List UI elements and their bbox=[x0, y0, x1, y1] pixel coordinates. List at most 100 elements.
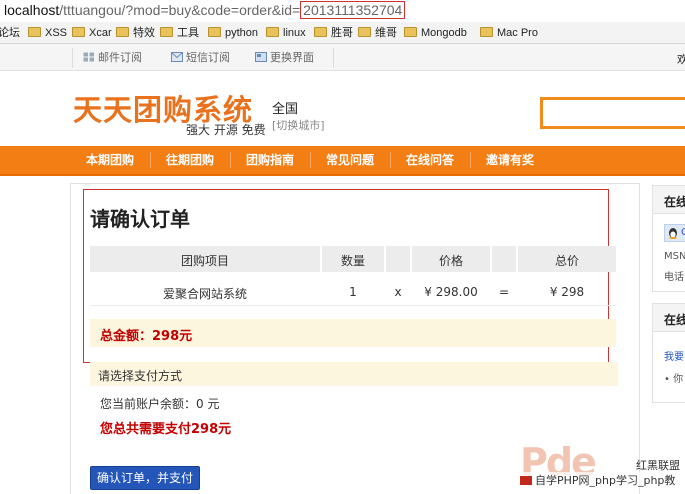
folder-icon bbox=[404, 27, 417, 37]
bookmark-item[interactable]: 论坛 bbox=[0, 25, 20, 41]
site-header: 天天团购系统 强大 开源 免费 全国 [切换城市] bbox=[0, 71, 685, 146]
grand-total-bar: 总金额：298元 bbox=[90, 319, 616, 347]
address-bar[interactable]: localhost/tttuangou/?mod=buy&code=order&… bbox=[0, 0, 685, 22]
utility-bar: 邮件订阅 短信订阅 更换界面 欢 bbox=[0, 44, 685, 71]
url-text[interactable]: localhost/tttuangou/?mod=buy&code=order&… bbox=[4, 1, 406, 19]
amount-due: 您总共需要支付298元 bbox=[100, 422, 232, 437]
bookmark-item[interactable]: 维哥 bbox=[358, 25, 397, 41]
subscribe-links: 邮件订阅 短信订阅 更换界面 bbox=[72, 48, 334, 68]
bookmark-label: 工具 bbox=[177, 27, 199, 39]
folder-icon bbox=[208, 27, 221, 37]
envelope-icon bbox=[171, 52, 183, 62]
bookmark-label: XSS bbox=[45, 27, 68, 39]
change-theme-label: 更换界面 bbox=[270, 51, 314, 64]
col-header-total: 总价 bbox=[554, 254, 579, 268]
confirm-order-button[interactable]: 确认订单，并支付 bbox=[90, 466, 200, 490]
col-header-quantity: 数量 bbox=[340, 254, 365, 268]
cell-total: ¥ 298 bbox=[549, 285, 585, 299]
email-subscribe-link[interactable]: 邮件订阅 bbox=[83, 51, 142, 65]
bookmark-label: 特效 bbox=[133, 27, 155, 39]
folder-icon bbox=[28, 27, 41, 37]
online-support-box: 在线 C MSN 电话 bbox=[652, 185, 685, 292]
nav-divider bbox=[150, 152, 151, 168]
bookmarks-bar: 论坛 XSS Xcar 特效 工具 python linux 胜哥 维哥 Mon… bbox=[0, 22, 685, 44]
bookmark-item[interactable]: XSS bbox=[28, 25, 67, 41]
current-city: 全国 bbox=[272, 102, 299, 117]
bookmark-item[interactable]: Mac Pro bbox=[480, 25, 538, 41]
nav-divider bbox=[470, 152, 471, 168]
bookmark-label: python bbox=[225, 27, 259, 39]
folder-icon bbox=[314, 27, 327, 37]
ask-question-link[interactable]: 我要 bbox=[664, 348, 684, 363]
grand-total: 总金额：298元 bbox=[100, 329, 193, 344]
table-row: 爱聚合网站系统 1 x ¥ 298.00 = ¥ 298 bbox=[90, 276, 616, 306]
column-divider bbox=[490, 246, 492, 272]
theme-icon bbox=[255, 52, 267, 62]
nav-divider bbox=[230, 152, 231, 168]
url-host: localhost bbox=[4, 2, 60, 18]
phone-label: 电话 bbox=[664, 272, 684, 283]
folder-icon bbox=[160, 27, 173, 37]
qa-list-item[interactable]: • 你 bbox=[664, 370, 683, 385]
sms-subscribe-link[interactable]: 短信订阅 bbox=[171, 51, 230, 65]
payment-method-title: 请选择支付方式 bbox=[98, 369, 183, 383]
grid-icon bbox=[83, 52, 94, 62]
watermark-caption-text: 自学PHP网_php学习_php教 bbox=[535, 474, 676, 487]
bookmark-item[interactable]: python bbox=[208, 25, 258, 41]
nav-item-past-deals[interactable]: 往期团购 bbox=[152, 146, 228, 174]
watermark-badge-icon bbox=[520, 476, 532, 485]
col-header-price: 价格 bbox=[438, 254, 463, 268]
msn-label: MSN bbox=[664, 251, 685, 262]
nav-item-guide[interactable]: 团购指南 bbox=[232, 146, 308, 174]
cell-quantity: 1 bbox=[349, 285, 357, 299]
qq-label: C bbox=[681, 227, 685, 238]
switch-city-link[interactable]: [切换城市] bbox=[272, 117, 325, 133]
account-balance: 您当前账户余额：0 元 bbox=[100, 397, 220, 411]
bookmark-item[interactable]: 胜哥 bbox=[314, 25, 353, 41]
bookmark-label: Mongodb bbox=[421, 27, 467, 39]
nav-item-faq[interactable]: 常见问题 bbox=[312, 146, 388, 174]
nav-item-invite[interactable]: 邀请有奖 bbox=[472, 146, 548, 174]
bookmark-item[interactable]: 工具 bbox=[160, 25, 199, 41]
sidebar-box-title: 在线 bbox=[664, 313, 685, 327]
bookmark-label: 论坛 bbox=[0, 27, 20, 39]
email-subscribe-label: 邮件订阅 bbox=[98, 51, 142, 64]
nav-divider bbox=[390, 152, 391, 168]
bookmark-label: Xcar bbox=[89, 27, 112, 39]
folder-icon bbox=[116, 27, 129, 37]
bookmark-item[interactable]: 特效 bbox=[116, 25, 155, 41]
cell-price: ¥ 298.00 bbox=[424, 285, 478, 299]
col-header-item: 团购项目 bbox=[180, 254, 229, 268]
nav-divider bbox=[310, 152, 311, 168]
bookmark-label: linux bbox=[283, 27, 306, 39]
sidebar-box-title: 在线 bbox=[664, 195, 685, 209]
nav-item-current-deals[interactable]: 本期团购 bbox=[72, 146, 148, 174]
order-table-header: 团购项目 数量 价格 总价 bbox=[90, 246, 616, 272]
folder-icon bbox=[266, 27, 279, 37]
nav-item-online-qa[interactable]: 在线问答 bbox=[392, 146, 468, 174]
change-theme-link[interactable]: 更换界面 bbox=[255, 51, 314, 65]
bookmark-label: 维哥 bbox=[375, 27, 397, 39]
online-qa-box: 在线 我要 • 你 bbox=[652, 303, 685, 403]
bookmark-item[interactable]: Mongodb bbox=[404, 25, 467, 41]
sidebar-box-header: 在线 bbox=[653, 186, 685, 214]
sidebar-box-header: 在线 bbox=[653, 304, 685, 332]
qq-contact-button[interactable]: C bbox=[664, 224, 685, 242]
payment-method-header: 请选择支付方式 bbox=[90, 362, 618, 386]
main-nav: 本期团购 往期团购 团购指南 常见问题 在线问答 邀请有奖 bbox=[0, 146, 685, 176]
url-order-id: 2013111352704 bbox=[300, 1, 406, 19]
search-input[interactable] bbox=[540, 97, 685, 129]
sms-subscribe-label: 短信订阅 bbox=[186, 51, 230, 64]
bookmark-item[interactable]: Xcar bbox=[72, 25, 112, 41]
folder-icon bbox=[358, 27, 371, 37]
bookmark-label: 胜哥 bbox=[331, 27, 353, 39]
folder-icon bbox=[480, 27, 493, 37]
bookmark-item[interactable]: linux bbox=[266, 25, 306, 41]
column-divider bbox=[384, 246, 386, 272]
qq-penguin-icon bbox=[669, 228, 677, 239]
watermark-brand: 红黑联盟 bbox=[636, 459, 680, 472]
site-slogan: 强大 开源 免费 bbox=[186, 123, 266, 137]
welcome-text: 欢 bbox=[677, 53, 685, 66]
url-path: /tttuangou/?mod=buy&code=order&id= bbox=[59, 2, 301, 18]
watermark-caption: 自学PHP网_php学习_php教 bbox=[520, 472, 676, 488]
